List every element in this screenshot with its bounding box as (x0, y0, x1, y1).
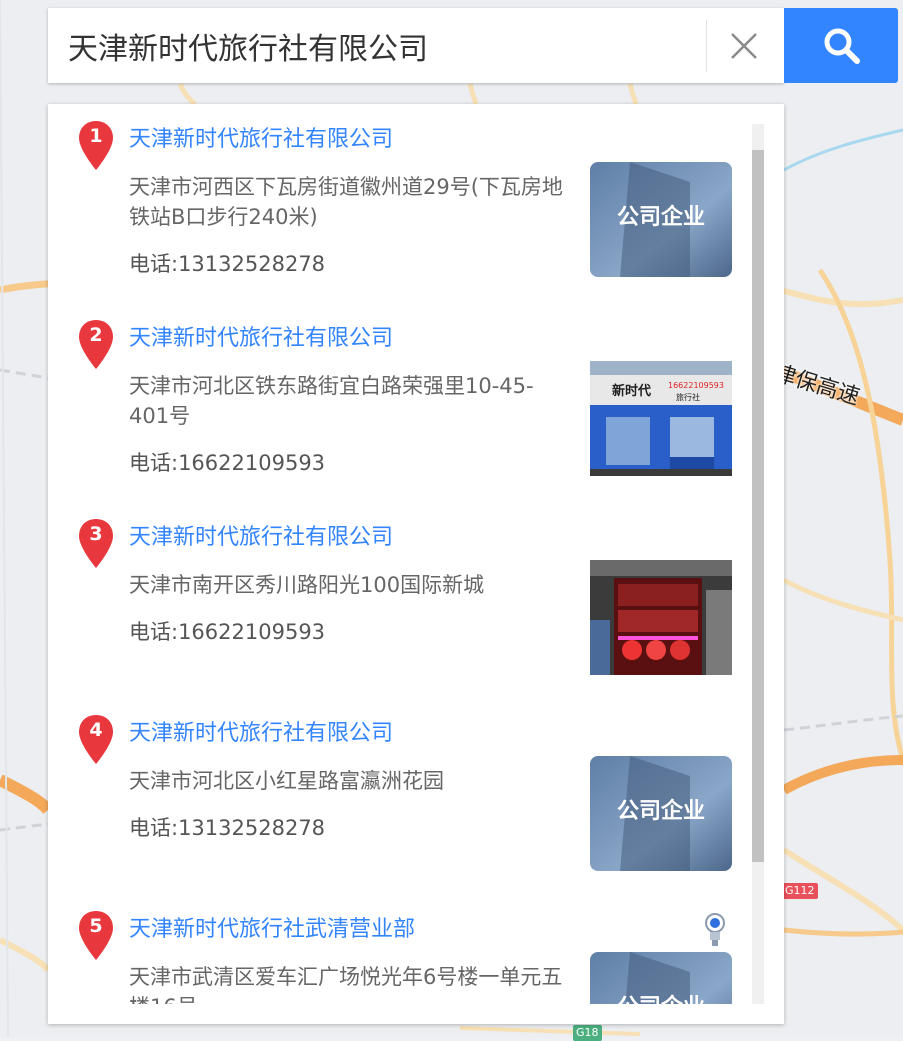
thumb-text: 公司企业 (617, 994, 705, 1004)
sign-text: 新时代 (612, 383, 651, 399)
results-panel: 1 天津新时代旅行社有限公司 天津市河西区下瓦房街道徽州道29号(下瓦房地铁站B… (48, 104, 784, 1024)
result-phone: 电话:13132528278 (129, 816, 326, 840)
route-badge-g18: G18 (573, 1025, 602, 1041)
result-address: 天津市武清区爱车汇广场悦光年6号楼一单元五楼16号 (129, 965, 563, 1004)
result-phone: 电话:16622109593 (129, 620, 326, 644)
route-badge-g112: G112 (782, 883, 818, 899)
shop-interior-image (590, 560, 732, 675)
result-index: 1 (89, 125, 103, 147)
search-divider (706, 20, 707, 72)
result-thumbnail[interactable] (590, 560, 732, 675)
search-icon (824, 28, 860, 64)
sign-subtitle: 旅行社 (676, 392, 700, 402)
result-item[interactable]: 5 天津新时代旅行社武清营业部 天津市武清区爱车汇广场悦光年6号楼一单元五楼16… (48, 894, 748, 1004)
result-name-link[interactable]: 天津新时代旅行社武清营业部 (129, 911, 415, 943)
thumb-text: 公司企业 (617, 204, 705, 230)
company-placeholder-image: 公司企业 (590, 952, 732, 1004)
search-bar (48, 8, 784, 83)
result-name-link[interactable]: 天津新时代旅行社有限公司 (129, 320, 393, 352)
company-placeholder-image: 公司企业 (590, 162, 732, 277)
result-item[interactable]: 4 天津新时代旅行社有限公司 天津市河北区小红星路富瀛洲花园 电话:131325… (48, 698, 748, 898)
street-view-icon[interactable] (704, 912, 726, 948)
scrollbar-thumb[interactable] (752, 150, 764, 862)
result-address: 天津市河北区小红星路富瀛洲花园 (129, 769, 444, 793)
thumb-text: 公司企业 (617, 798, 705, 824)
result-index: 4 (89, 719, 103, 741)
result-index: 2 (89, 324, 103, 346)
result-item[interactable]: 1 天津新时代旅行社有限公司 天津市河西区下瓦房街道徽州道29号(下瓦房地铁站B… (48, 104, 748, 304)
search-input[interactable] (68, 8, 688, 83)
result-address: 天津市南开区秀川路阳光100国际新城 (129, 573, 485, 597)
result-thumbnail[interactable]: 公司企业 (590, 952, 732, 1004)
result-index: 5 (89, 915, 103, 937)
result-phone: 电话:13132528278 (129, 252, 326, 276)
result-name-link[interactable]: 天津新时代旅行社有限公司 (129, 715, 393, 747)
result-phone: 电话:16622109593 (129, 451, 326, 475)
result-address: 天津市河北区铁东路街宜白路荣强里10-45-401号 (129, 374, 534, 428)
result-name-link[interactable]: 天津新时代旅行社有限公司 (129, 121, 393, 153)
storefront-image: 新时代 16622109593 旅行社 (590, 361, 732, 476)
search-button[interactable] (784, 8, 898, 83)
result-name-link[interactable]: 天津新时代旅行社有限公司 (129, 519, 393, 551)
company-placeholder-image: 公司企业 (590, 756, 732, 871)
results-list[interactable]: 1 天津新时代旅行社有限公司 天津市河西区下瓦房街道徽州道29号(下瓦房地铁站B… (48, 104, 748, 1004)
close-icon (731, 33, 757, 59)
result-thumbnail[interactable]: 公司企业 (590, 162, 732, 277)
sign-phone: 16622109593 (668, 381, 724, 390)
result-address: 天津市河西区下瓦房街道徽州道29号(下瓦房地铁站B口步行240米) (129, 175, 563, 229)
result-item[interactable]: 2 天津新时代旅行社有限公司 天津市河北区铁东路街宜白路荣强里10-45-401… (48, 303, 748, 503)
result-item[interactable]: 3 天津新时代旅行社有限公司 天津市南开区秀川路阳光100国际新城 电话:166… (48, 502, 748, 702)
result-thumbnail[interactable]: 公司企业 (590, 756, 732, 871)
clear-search-button[interactable] (724, 26, 764, 66)
result-index: 3 (89, 523, 103, 545)
result-thumbnail[interactable]: 新时代 16622109593 旅行社 (590, 361, 732, 476)
